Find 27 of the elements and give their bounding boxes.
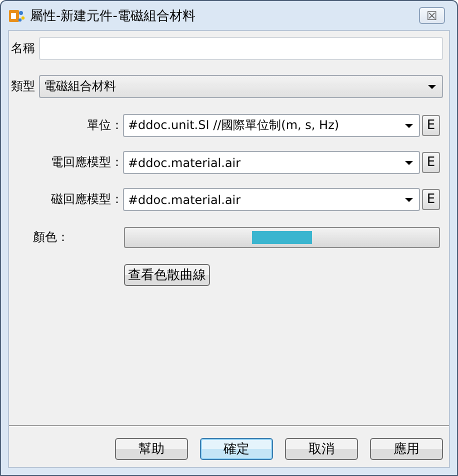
dialog-button[interactable]: 應用: [370, 438, 443, 460]
dropdown-arrow-icon: [405, 160, 413, 164]
dropdown[interactable]: #ddoc.unit.SI //國際單位制(m, s, Hz): [123, 114, 420, 137]
app-logo-icon: [9, 8, 25, 22]
edit-button[interactable]: E: [422, 152, 440, 173]
field-label: 顏色：: [32, 229, 70, 246]
edit-button[interactable]: E: [422, 115, 440, 136]
dropdown-arrow-icon: [428, 84, 436, 88]
field-label: 磁回應模型：: [50, 191, 123, 208]
window-title: 屬性-新建元件-電磁組合材料: [30, 8, 196, 24]
dropdown[interactable]: #ddoc.material.air: [123, 151, 420, 174]
close-button[interactable]: ☒: [419, 7, 445, 24]
field-label: 名稱: [11, 40, 35, 57]
dialog-button[interactable]: 幫助: [115, 438, 188, 460]
dropdown[interactable]: #ddoc.material.air: [123, 188, 420, 211]
dropdown-arrow-icon: [405, 198, 413, 202]
dialog-button[interactable]: 確定: [200, 438, 273, 460]
edit-button[interactable]: E: [422, 189, 440, 210]
input-field[interactable]: [39, 37, 443, 60]
field-label: 類型: [11, 78, 35, 95]
dialog-button[interactable]: 取消: [285, 438, 358, 460]
color-picker[interactable]: [124, 227, 440, 248]
dropdown[interactable]: 電磁組合材料: [39, 75, 443, 98]
field-label: 電回應模型：: [50, 154, 123, 171]
dropdown-arrow-icon: [405, 124, 413, 128]
dispersion-curve-button[interactable]: 查看色散曲線: [124, 264, 210, 286]
field-label: 單位：: [86, 117, 123, 134]
